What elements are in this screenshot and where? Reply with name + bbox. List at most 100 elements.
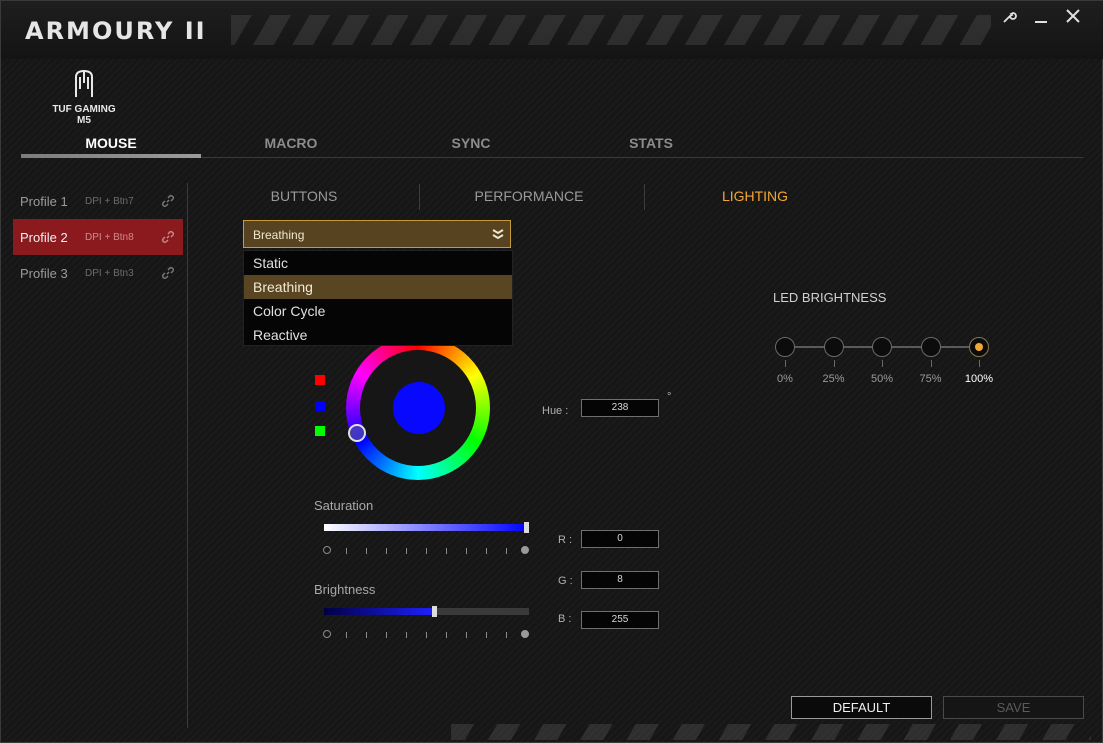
link-icon[interactable]: [161, 230, 175, 244]
save-button[interactable]: SAVE: [943, 696, 1084, 719]
tick-mark: [426, 632, 427, 638]
profile-list: Profile 1 DPI + Btn7 Profile 2 DPI + Btn…: [13, 183, 183, 291]
tick-mark: [446, 548, 447, 554]
app-window: ARMOURY II TUF GAMING M5 MOUSE MACRO SYN…: [0, 0, 1103, 743]
tab-lighting[interactable]: LIGHTING: [655, 188, 855, 204]
color-swatch-red[interactable]: [315, 375, 325, 385]
tick-mark: [446, 632, 447, 638]
current-color-preview: [393, 382, 445, 434]
brightness-ticks: [322, 630, 532, 640]
effect-option-color-cycle[interactable]: Color Cycle: [244, 299, 512, 323]
tick-mark: [466, 632, 467, 638]
profile-item-2[interactable]: Profile 2 DPI + Btn8: [13, 219, 183, 255]
saturation-label: Saturation: [314, 498, 374, 513]
effect-option-static[interactable]: Static: [244, 251, 512, 275]
led-level-3[interactable]: [920, 337, 941, 357]
led-level-0[interactable]: [775, 337, 795, 357]
brightness-label: Brightness: [314, 582, 376, 597]
saturation-ticks: [322, 546, 532, 556]
hue-label: Hue :: [542, 405, 569, 417]
color-swatch-blue[interactable]: [315, 401, 325, 411]
minimize-icon[interactable]: [1031, 9, 1051, 29]
device-name: TUF GAMING: [52, 104, 116, 115]
b-input[interactable]: 255: [581, 611, 659, 629]
effect-dropdown[interactable]: Breathing: [243, 220, 511, 248]
tick-mark: [346, 632, 347, 638]
brightness-slider-thumb[interactable]: [432, 606, 437, 617]
saturation-slider[interactable]: [324, 522, 529, 533]
brightness-slider[interactable]: [324, 606, 529, 617]
tick-start-dot: [323, 546, 331, 554]
sidebar-divider: [187, 183, 188, 728]
effect-dropdown-menu: Static Breathing Color Cycle Reactive: [243, 250, 513, 346]
profile-binding: DPI + Btn8: [85, 231, 134, 243]
profile-binding: DPI + Btn7: [85, 195, 134, 207]
tick-mark: [346, 548, 347, 554]
led-level-4[interactable]: [969, 337, 989, 357]
tick-mark: [386, 632, 387, 638]
tick-end-dot: [521, 546, 529, 554]
led-level-label: 75%: [919, 373, 942, 385]
tick-mark: [406, 548, 407, 554]
led-tick: [882, 360, 883, 367]
g-input[interactable]: 8: [581, 571, 659, 589]
decorative-stripes: [451, 724, 1091, 740]
tab-macro[interactable]: MACRO: [201, 135, 381, 151]
tab-stats[interactable]: STATS: [561, 135, 741, 151]
tick-mark: [506, 632, 507, 638]
led-tick: [785, 360, 786, 367]
link-icon[interactable]: [161, 194, 175, 208]
profile-name: Profile 2: [20, 229, 68, 245]
g-label: G :: [558, 575, 573, 587]
profile-name: Profile 1: [20, 193, 68, 209]
effect-option-breathing[interactable]: Breathing: [244, 275, 512, 299]
led-level-1[interactable]: [823, 337, 844, 357]
b-label: B :: [558, 613, 572, 625]
tick-end-dot: [521, 630, 529, 638]
tick-mark: [466, 548, 467, 554]
app-logo: ARMOURY II: [25, 17, 207, 45]
led-brightness-title: LED BRIGHTNESS: [773, 290, 887, 305]
degree-symbol: °: [667, 391, 672, 403]
title-bar: ARMOURY II: [1, 1, 1103, 59]
effect-dropdown-value: Breathing: [253, 228, 305, 242]
saturation-slider-thumb[interactable]: [524, 522, 529, 533]
profile-binding: DPI + Btn3: [85, 267, 134, 279]
tab-sync[interactable]: SYNC: [381, 135, 561, 151]
tick-mark: [486, 548, 487, 554]
effect-option-reactive[interactable]: Reactive: [244, 323, 512, 347]
led-level-label: 0%: [777, 373, 793, 385]
tick-mark: [506, 548, 507, 554]
color-swatch-green[interactable]: [315, 426, 325, 436]
decorative-stripes: [231, 15, 991, 45]
r-label: R :: [558, 534, 573, 546]
led-level-2[interactable]: [872, 337, 892, 357]
default-button[interactable]: DEFAULT: [791, 696, 932, 719]
tick-mark: [426, 548, 427, 554]
wrench-icon[interactable]: [999, 9, 1019, 29]
profile-item-1[interactable]: Profile 1 DPI + Btn7: [13, 183, 183, 219]
tick-start-dot: [323, 630, 331, 638]
active-tab-indicator: [21, 154, 201, 158]
r-input[interactable]: 0: [581, 530, 659, 548]
led-tick: [979, 360, 980, 367]
main-tabs: MOUSE MACRO SYNC STATS: [21, 121, 1083, 158]
led-level-label: 25%: [822, 373, 845, 385]
tick-mark: [406, 632, 407, 638]
tab-buttons[interactable]: BUTTONS: [204, 188, 404, 204]
led-level-label: 100%: [964, 373, 994, 385]
link-icon[interactable]: [161, 266, 175, 280]
hue-input[interactable]: 238: [581, 399, 659, 417]
tab-performance[interactable]: PERFORMANCE: [429, 188, 629, 204]
profile-item-3[interactable]: Profile 3 DPI + Btn3: [13, 255, 183, 291]
tick-mark: [366, 548, 367, 554]
close-icon[interactable]: [1063, 9, 1083, 29]
mouse-icon: [75, 69, 93, 97]
led-tick: [833, 360, 835, 367]
color-wheel-handle[interactable]: [348, 424, 366, 442]
tick-mark: [386, 548, 387, 554]
tab-mouse[interactable]: MOUSE: [21, 135, 201, 151]
tick-mark: [366, 632, 367, 638]
profile-name: Profile 3: [20, 265, 68, 281]
led-tick: [930, 360, 932, 367]
